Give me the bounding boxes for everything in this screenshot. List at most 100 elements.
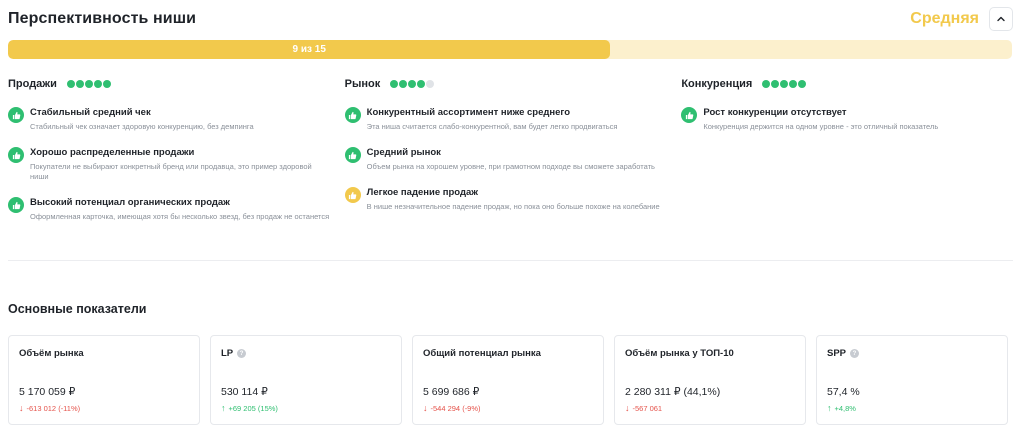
metric-title: Объём рынка у ТОП-10 — [625, 348, 734, 359]
metric-card: Общий потенциал рынка 5 699 686 ₽ ↓ -544 29… — [412, 335, 604, 425]
rating-dot — [762, 80, 771, 88]
criteria-column: Конкуренция Рост конкуренции отсутствует К… — [681, 78, 1018, 236]
criteria-item-description: Покупатели не выбирают конкретный бренд … — [30, 162, 312, 181]
thumbs-up-icon — [8, 107, 24, 123]
metric-change: ↓ -613 012 (-11%) — [19, 403, 81, 414]
arrow-down-icon: ↓ — [625, 403, 630, 413]
column-title: Рынок — [344, 78, 381, 90]
metric-card: Объём рынка у ТОП-10 2 280 311 ₽ (44,1%) ↓… — [614, 335, 806, 425]
criteria-item-description: Эта ниша считается слабо-конкурентной, в… — [366, 122, 618, 131]
criteria-item-text: Рост конкуренции отсутствует Конкуренция … — [703, 106, 1003, 132]
metric-change-value: -544 294 (-9%) — [430, 404, 481, 413]
arrow-down-icon: ↓ — [19, 403, 24, 413]
arrow-up-icon: ↑ — [827, 403, 832, 413]
criteria-item-title: Высокий потенциал органических продаж — [30, 197, 230, 208]
metric-card-header: Общий потенциал рынка — [423, 348, 593, 359]
column-header: Конкуренция — [681, 78, 1018, 90]
metric-value: 5 699 686 ₽ — [423, 386, 480, 398]
criteria-item-description: В нише незначительное падение продаж, но… — [366, 202, 660, 211]
rating-dot — [390, 80, 399, 88]
criteria-item-title: Средний рынок — [366, 147, 441, 158]
metric-card-header: SPP? — [827, 348, 997, 359]
chevron-up-icon — [997, 16, 1005, 22]
criteria-column: Продажи Стабильный средний чек Стабильный … — [8, 78, 345, 236]
metric-change: ↑ +4,8% — [827, 403, 856, 414]
criteria-item-description: Оформленная карточка, имеющая хотя бы не… — [30, 212, 330, 221]
metric-title: SPP — [827, 348, 847, 359]
metric-card: LP? 530 114 ₽ ↑ +69 205 (15%) — [210, 335, 402, 425]
rating-dot — [84, 80, 93, 88]
criteria-item-text: Высокий потенциал органических продаж Офо… — [30, 196, 330, 222]
criteria-item-title: Хорошо распределенные продажи — [30, 147, 195, 158]
criteria-item: Средний рынок Объем рынка на хорошем уров… — [344, 146, 682, 172]
metric-change-value: -613 012 (-11%) — [26, 404, 81, 413]
criteria-item-text: Конкурентный ассортимент ниже среднего Эт… — [367, 106, 667, 132]
criteria-item: Рост конкуренции отсутствует Конкуренция … — [681, 106, 1018, 132]
rating-dots — [390, 80, 435, 88]
rating-dot — [780, 80, 789, 88]
criteria-item-title: Стабильный средний чек — [30, 107, 151, 118]
divider — [8, 260, 1013, 261]
criteria-item-description: Конкуренция держится на одном уровне - э… — [703, 122, 939, 131]
rating-dot — [417, 80, 426, 88]
metric-card: Объём рынка 5 170 059 ₽ ↓ -613 012 (-11%) — [8, 335, 200, 425]
metric-title: LP — [221, 348, 234, 359]
thumbs-up-icon — [8, 147, 24, 163]
rating-dots — [66, 80, 111, 88]
criteria-item: Легкое падение продаж В нише незначительн… — [344, 186, 682, 212]
criteria-column: Рынок Конкурентный ассортимент ниже средн… — [344, 78, 682, 236]
metric-card-header: LP? — [221, 348, 391, 359]
criteria-item-text: Средний рынок Объем рынка на хорошем уров… — [367, 146, 667, 172]
criteria-item-title: Легкое падение продаж — [366, 187, 479, 198]
column-header: Рынок — [345, 78, 682, 90]
thumbs-up-icon — [681, 107, 698, 123]
rating-dot — [426, 80, 435, 88]
niche-header: Перспективность ниши Средняя — [8, 7, 1013, 31]
column-title: Продажи — [8, 78, 57, 90]
metric-change: ↓ -567 061 — [625, 403, 662, 414]
thumbs-up-icon — [344, 187, 361, 203]
criteria-item: Хорошо распределенные продажи Покупатели … — [8, 146, 345, 182]
metric-value: 5 170 059 ₽ — [19, 386, 76, 398]
column-header: Продажи — [8, 78, 345, 90]
criteria-item-title: Конкурентный ассортимент ниже среднего — [366, 107, 571, 118]
metric-change: ↓ -544 294 (-9%) — [423, 403, 481, 414]
help-icon[interactable]: ? — [237, 349, 247, 358]
rating-dot — [789, 80, 798, 88]
criteria-item: Высокий потенциал органических продаж Офо… — [8, 196, 345, 222]
metric-change: ↑ +69 205 (15%) — [221, 404, 278, 414]
criteria-item-text: Стабильный средний чек Стабильный чек озн… — [30, 106, 330, 132]
rating-dot — [75, 80, 84, 88]
progress-fill: 9 из 15 — [8, 40, 611, 59]
metric-change-value: +69 205 (15%) — [228, 404, 278, 413]
thumbs-up-icon — [8, 197, 24, 213]
rating-dot — [399, 80, 408, 88]
thumbs-up-icon — [344, 147, 361, 163]
criteria-item: Стабильный средний чек Стабильный чек озн… — [8, 106, 345, 132]
metrics-cards: Объём рынка 5 170 059 ₽ ↓ -613 012 (-11%) LP… — [8, 335, 1008, 425]
niche-score-progress-bar: 9 из 15 — [8, 40, 1012, 59]
arrow-down-icon: ↓ — [423, 403, 428, 413]
metric-value: 2 280 311 ₽ (44,1%) — [625, 386, 721, 398]
metric-card: SPP? 57,4 % ↑ +4,8% — [816, 335, 1008, 425]
criteria-item-text: Легкое падение продаж В нише незначительн… — [367, 186, 667, 212]
page-title: Перспективность ниши — [8, 10, 197, 27]
criteria-item-description: Объем рынка на хорошем уровне, при грамо… — [366, 162, 655, 171]
rating-dots — [762, 80, 807, 88]
help-icon[interactable]: ? — [850, 349, 860, 358]
collapse-button[interactable] — [989, 7, 1013, 31]
rating-dot — [102, 80, 111, 88]
rating-dot — [798, 80, 807, 88]
criteria-item-description: Стабильный чек означает здоровую конкуре… — [30, 122, 254, 131]
criteria-item-title: Рост конкуренции отсутствует — [703, 107, 847, 118]
criteria-item-text: Хорошо распределенные продажи Покупатели … — [30, 146, 330, 182]
rating-dot — [93, 80, 102, 88]
progress-text: 9 из 15 — [292, 44, 326, 55]
metric-value: 530 114 ₽ — [221, 386, 268, 398]
criteria-item: Конкурентный ассортимент ниже среднего Эт… — [344, 106, 682, 132]
metrics-section-title: Основные показатели — [8, 302, 147, 316]
niche-level-label: Средняя — [910, 10, 979, 27]
rating-dot — [408, 80, 417, 88]
thumbs-up-icon — [344, 107, 361, 123]
metric-card-header: Объём рынка у ТОП-10 — [625, 348, 795, 359]
